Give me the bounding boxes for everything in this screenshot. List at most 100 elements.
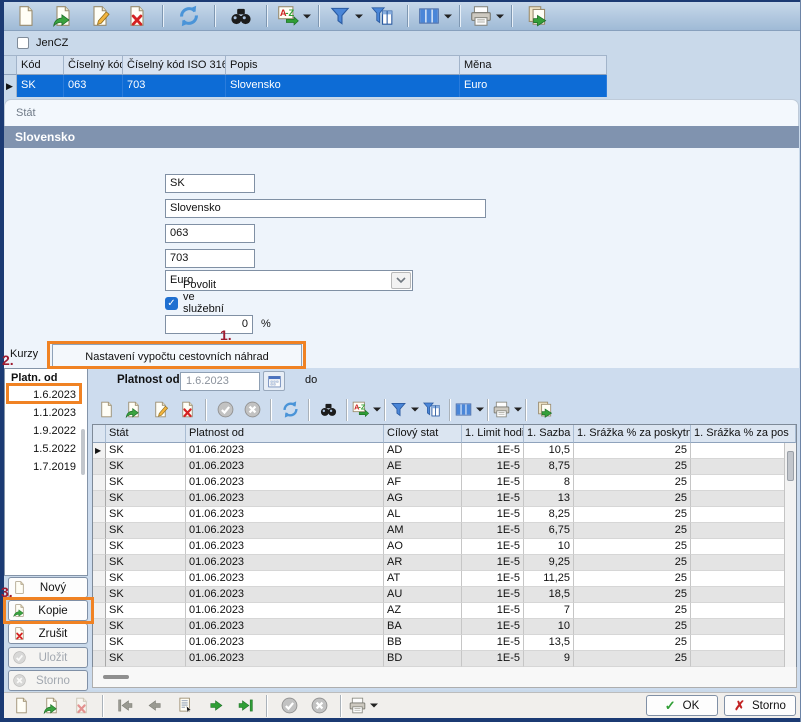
grid-cell[interactable]: SK — [106, 459, 186, 475]
countries-table-selected-row[interactable]: ▶SK063703SlovenskoEuro — [4, 75, 800, 97]
delete-document-button[interactable] — [175, 399, 199, 421]
grid-row-AM[interactable]: SK01.06.2023AM1E-56,7525 — [93, 523, 796, 539]
nav-next-button[interactable] — [203, 695, 227, 717]
grid-cell[interactable]: 1E-5 — [462, 571, 524, 587]
new-document-button[interactable] — [94, 399, 118, 421]
grid-cell[interactable]: 1E-5 — [462, 491, 524, 507]
grid-cell[interactable] — [691, 651, 796, 667]
grid-cell[interactable]: BA — [384, 619, 462, 635]
grid-row-AR[interactable]: SK01.06.2023AR1E-59,2525 — [93, 555, 796, 571]
povolit-checkbox[interactable]: ✓ — [165, 297, 178, 310]
grid-cell[interactable]: AM — [384, 523, 462, 539]
grid-cell[interactable]: AF — [384, 475, 462, 491]
grid-cell[interactable]: 11,25 — [524, 571, 574, 587]
grid-row-BD[interactable]: SK01.06.2023BD1E-5925 — [93, 651, 796, 667]
grid-cell[interactable]: 01.06.2023 — [186, 555, 384, 571]
dropdown-caret-icon[interactable] — [514, 407, 522, 412]
version-item-1.6.2023[interactable]: 1.6.2023 — [5, 386, 87, 404]
grid-cell[interactable]: 25 — [574, 523, 691, 539]
grid-column-header-2[interactable]: Platnost od — [186, 425, 384, 443]
grid-vscroll-thumb[interactable] — [787, 451, 794, 481]
grid-cell[interactable]: SK — [106, 603, 186, 619]
nav-prev-button[interactable] — [143, 695, 167, 717]
column-header-4[interactable]: Popis — [226, 55, 460, 75]
grid-cell[interactable] — [691, 507, 796, 523]
grid-cell[interactable]: BB — [384, 635, 462, 651]
grid-cell[interactable]: 25 — [574, 619, 691, 635]
grid-cell[interactable]: 13 — [524, 491, 574, 507]
version-item-1.5.2022[interactable]: 1.5.2022 — [5, 440, 87, 458]
filter-button[interactable] — [330, 3, 360, 29]
ciselny-kod-input[interactable]: 063 — [165, 224, 255, 243]
export-button[interactable] — [533, 399, 557, 421]
grid-row-AT[interactable]: SK01.06.2023AT1E-511,2525 — [93, 571, 796, 587]
grid-cell[interactable]: 25 — [574, 635, 691, 651]
dropdown-caret-icon[interactable] — [411, 407, 419, 412]
kod-input[interactable]: SK — [165, 174, 255, 193]
filter-columns-button[interactable] — [419, 399, 443, 421]
grid-cell[interactable]: 01.06.2023 — [186, 651, 384, 667]
grid-cell[interactable]: SK — [106, 587, 186, 603]
dropdown-caret-icon[interactable] — [476, 407, 484, 412]
grid-row-AO[interactable]: SK01.06.2023AO1E-51025 — [93, 539, 796, 555]
ok-circle-button[interactable] — [213, 399, 237, 421]
grid-cell[interactable]: SK — [106, 539, 186, 555]
grid-cell[interactable]: AT — [384, 571, 462, 587]
grid-cell[interactable]: SK — [106, 555, 186, 571]
export-button[interactable] — [523, 3, 553, 29]
grid-cell[interactable]: 8 — [524, 475, 574, 491]
grid-cell[interactable]: 18,5 — [524, 587, 574, 603]
grid-column-header-5[interactable]: 1. Sazba — [524, 425, 574, 443]
storno-button[interactable]: Storno — [8, 670, 88, 691]
grid-cell[interactable]: AG — [384, 491, 462, 507]
kopie-button[interactable]: Kopie — [8, 600, 88, 621]
grid-cell[interactable]: AZ — [384, 603, 462, 619]
grid-cell[interactable]: 10 — [524, 619, 574, 635]
calendar-button[interactable] — [263, 371, 285, 391]
version-item-1.7.2019[interactable]: 1.7.2019 — [5, 458, 87, 476]
dropdown-caret-icon[interactable] — [373, 407, 381, 412]
delete-document-button[interactable] — [122, 3, 152, 29]
kapesne-input[interactable]: 0 — [165, 315, 253, 334]
new-document-button[interactable] — [11, 3, 41, 29]
grid-cell[interactable]: 1E-5 — [462, 651, 524, 667]
grid-cell[interactable]: 1E-5 — [462, 523, 524, 539]
print-button[interactable] — [351, 695, 375, 717]
grid-cell[interactable]: 25 — [574, 555, 691, 571]
grid-row-AG[interactable]: SK01.06.2023AG1E-51325 — [93, 491, 796, 507]
refresh-button[interactable] — [278, 399, 302, 421]
ok-button[interactable]: ✓ OK — [646, 695, 718, 716]
selected-row-cell[interactable]: 703 — [123, 75, 226, 97]
search-binoculars-button[interactable] — [226, 3, 256, 29]
sort-az-button[interactable]: A-Z — [354, 399, 378, 421]
grid-cell[interactable] — [691, 523, 796, 539]
grid-cell[interactable]: 1E-5 — [462, 619, 524, 635]
grid-cell[interactable]: AU — [384, 587, 462, 603]
grid-cell[interactable]: SK — [106, 571, 186, 587]
delete-document-button[interactable] — [69, 695, 93, 717]
nav-last-button[interactable] — [233, 695, 257, 717]
grid-cell[interactable]: 1E-5 — [462, 603, 524, 619]
print-button[interactable] — [471, 3, 501, 29]
column-header-5[interactable]: Měna — [460, 55, 607, 75]
column-header-3[interactable]: Číselný kód ISO 3166 — [123, 55, 226, 75]
grid-cell[interactable]: 1E-5 — [462, 539, 524, 555]
versions-scrollbar-thumb[interactable] — [81, 429, 85, 475]
columns-button[interactable] — [419, 3, 449, 29]
grid-hscroll-thumb[interactable] — [103, 675, 129, 679]
grid-column-header-6[interactable]: 1. Srážka % za poskytnuté jídlo - snídan… — [574, 425, 691, 443]
grid-cell[interactable]: SK — [106, 523, 186, 539]
sort-az-button[interactable]: A-Z — [278, 3, 308, 29]
dropdown-caret-icon[interactable] — [355, 14, 363, 19]
grid-cell[interactable]: 1E-5 — [462, 459, 524, 475]
version-item-1.9.2022[interactable]: 1.9.2022 — [5, 422, 87, 440]
grid-cell[interactable]: 10,5 — [524, 443, 574, 459]
grid-cell[interactable]: 01.06.2023 — [186, 507, 384, 523]
selected-row-cell[interactable]: SK — [17, 75, 64, 97]
zru-it-button[interactable]: Zrušit — [8, 623, 88, 644]
grid-cell[interactable]: AL — [384, 507, 462, 523]
print-button[interactable] — [495, 399, 519, 421]
column-header-1[interactable]: Kód — [17, 55, 64, 75]
ulo-it-button[interactable]: Uložit — [8, 647, 88, 668]
grid-cell[interactable]: 10 — [524, 539, 574, 555]
